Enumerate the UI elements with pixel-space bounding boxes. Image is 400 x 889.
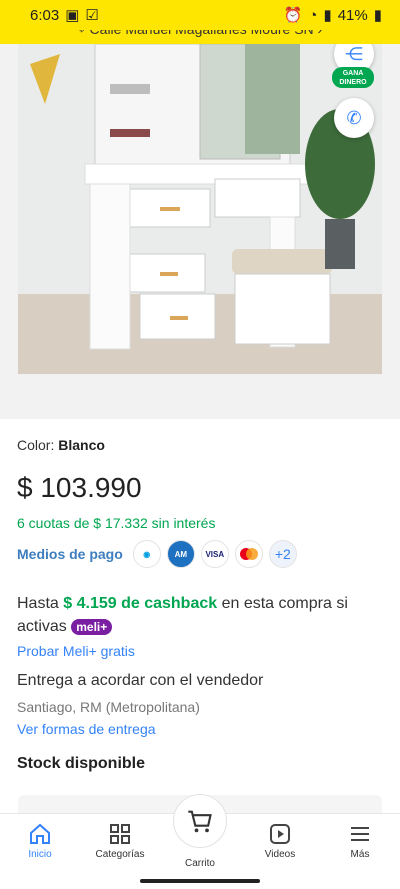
cart-button[interactable]: [173, 794, 227, 848]
tab-label: Más: [350, 849, 370, 860]
mastercard-icon: [234, 540, 263, 568]
color-label: Color:: [17, 437, 55, 453]
visa-icon: VISA: [200, 540, 229, 568]
tab-label: Carrito: [184, 858, 215, 869]
cashback-value: $ 4.159 de cashback: [63, 595, 218, 612]
signal-icon: ▮: [323, 7, 332, 24]
home-indicator[interactable]: [140, 879, 260, 883]
installments-text: 6 cuotas de $ 17.332 sin interés: [17, 515, 216, 531]
product-price: $ 103.990: [17, 472, 142, 503]
more-payment-methods[interactable]: +2: [268, 540, 297, 568]
battery-level: 41%: [337, 6, 368, 24]
tab-videos[interactable]: Videos: [240, 822, 320, 860]
tab-categorias[interactable]: Categorías: [80, 822, 160, 860]
alarm-icon: ⏰: [283, 7, 303, 24]
share-icon: ⋲: [345, 43, 363, 64]
system-home-bar: [0, 873, 400, 889]
stock-status: Stock disponible: [17, 755, 146, 772]
cashback-prefix: Hasta: [17, 595, 59, 612]
status-bar: 6:03 ▣ ☑ ⏰ ◔ ▮ 41% ▮: [0, 0, 400, 30]
payment-methods[interactable]: Medios de pago ◉ AM VISA +2: [17, 540, 297, 568]
delivery-text: Entrega a acordar con el vendedor: [17, 672, 264, 689]
grid-icon: [110, 824, 130, 844]
tab-inicio[interactable]: Inicio: [0, 822, 80, 860]
product-image[interactable]: [0, 44, 400, 419]
earn-money-badge[interactable]: GANA DINERO: [332, 67, 374, 88]
tab-label: Videos: [264, 849, 296, 860]
battery-icon: ▮: [373, 7, 382, 24]
tab-label: Categorías: [95, 849, 145, 860]
cashback-text: Hasta $ 4.159 de cashback en esta compra…: [17, 592, 383, 638]
delivery-options-link[interactable]: Ver formas de entrega: [17, 721, 156, 737]
whatsapp-icon: ✆: [346, 107, 362, 128]
meli-plus-badge: meli+: [71, 618, 113, 635]
play-icon: [270, 824, 290, 844]
payment-methods-link[interactable]: Medios de pago: [17, 546, 123, 562]
wifi-icon: ◔: [308, 6, 318, 24]
clock: 6:03: [30, 6, 60, 24]
tab-carrito[interactable]: Carrito: [160, 794, 240, 869]
whatsapp-share-button[interactable]: ✆: [334, 98, 374, 138]
bottom-navigation: Inicio Categorías Carrito Videos Más: [0, 794, 400, 873]
color-value: Blanco: [58, 437, 105, 453]
color-selector: Color: Blanco: [17, 437, 105, 453]
home-icon: [30, 823, 50, 844]
image-notification-icon: ▣: [65, 7, 80, 24]
tab-label: Inicio: [28, 849, 52, 860]
mercadopago-icon: ◉: [132, 540, 161, 568]
menu-icon: [351, 827, 369, 841]
try-meli-link[interactable]: Probar Meli+ gratis: [17, 643, 135, 659]
check-notification-icon: ☑: [85, 7, 99, 24]
amex-icon: AM: [166, 540, 195, 568]
delivery-location: Santiago, RM (Metropolitana): [17, 699, 200, 715]
cart-icon: [188, 810, 212, 833]
tab-mas[interactable]: Más: [320, 822, 400, 860]
